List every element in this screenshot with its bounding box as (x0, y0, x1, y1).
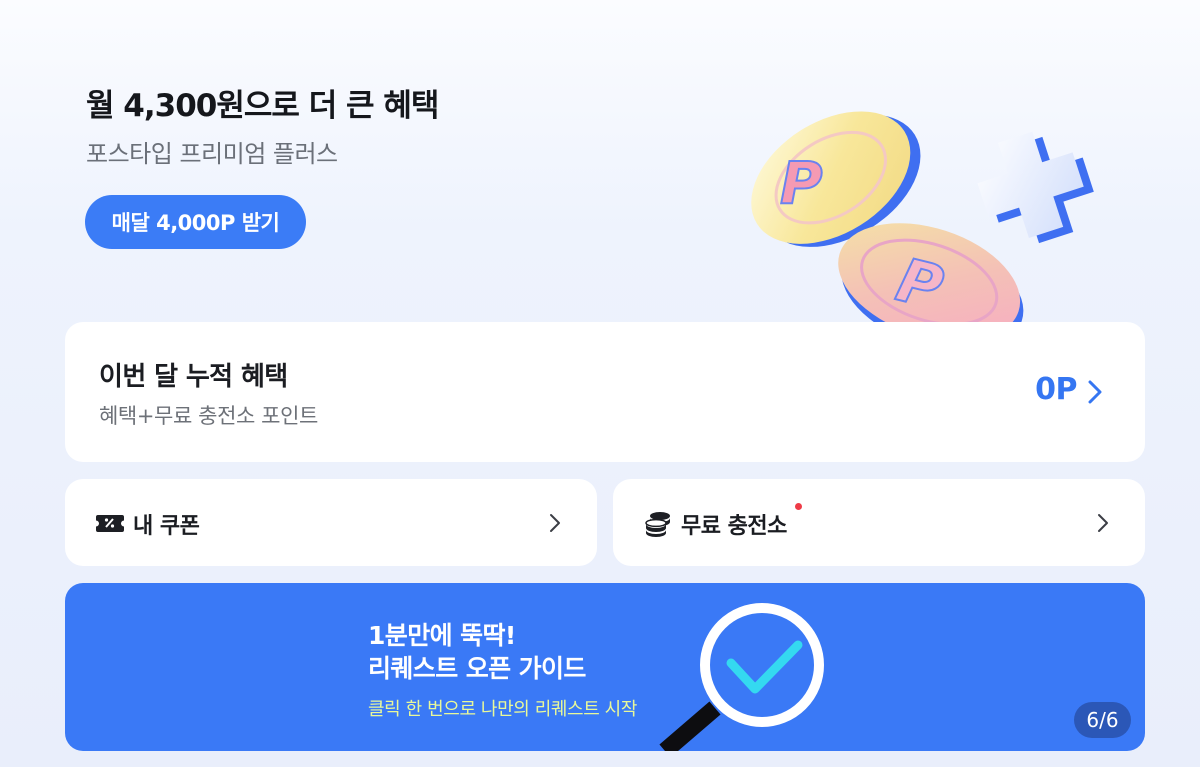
chevron-right-icon (1098, 514, 1108, 532)
new-indicator-dot (795, 503, 802, 510)
magnifier-check-icon (659, 603, 824, 751)
coupon-ticket-icon (96, 515, 124, 532)
coins-plus-illustration: P P (751, 111, 1094, 323)
charge-label: 무료 충전소 (681, 514, 787, 539)
benefit-title: 이번 달 누적 혜택 (99, 362, 288, 392)
coin-letter-front: P (780, 149, 823, 217)
request-guide-banner[interactable]: 1분만에 뚝딱! 리퀘스트 오픈 가이드 클릭 한 번으로 나만의 리퀘스트 시… (65, 583, 1145, 751)
free-charge-station-button[interactable]: 무료 충전소 (613, 479, 1145, 566)
banner-headline-1: 1분만에 뚝딱! (368, 621, 516, 650)
coupon-label: 내 쿠폰 (133, 514, 200, 539)
monthly-points-button[interactable]: 매달 4,000P 받기 (85, 195, 306, 249)
monthly-benefit-card[interactable]: 이번 달 누적 혜택 혜택+무료 충전소 포인트 0P (65, 322, 1145, 462)
banner-page-indicator: 6/6 (1074, 702, 1131, 738)
benefit-subtitle: 혜택+무료 충전소 포인트 (99, 404, 318, 428)
benefit-points-value: 0P (1035, 372, 1077, 407)
chevron-right-icon (1088, 380, 1102, 404)
banner-headline-2: 리퀘스트 오픈 가이드 (368, 654, 586, 683)
chevron-right-icon (550, 514, 560, 532)
hero-subtitle: 포스타입 프리미엄 플러스 (86, 140, 338, 168)
my-coupon-button[interactable]: 내 쿠폰 (65, 479, 597, 566)
hero-title: 월 4,300원으로 더 큰 혜택 (86, 88, 439, 124)
coin-stack-icon (645, 512, 670, 537)
banner-caption: 클릭 한 번으로 나만의 리퀘스트 시작 (368, 699, 638, 720)
